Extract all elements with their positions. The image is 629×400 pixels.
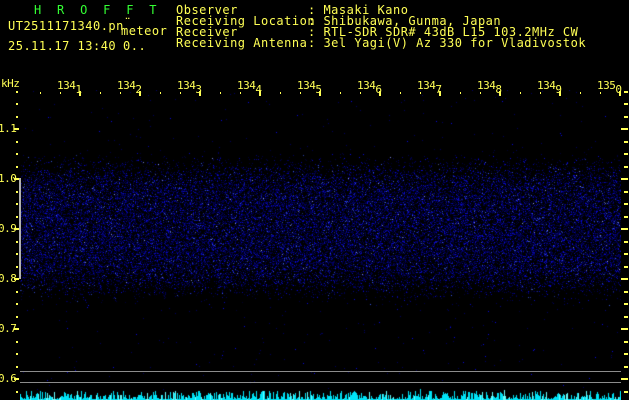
tick-mark <box>16 291 18 293</box>
level-strip-upper-border <box>20 371 621 372</box>
tick-mark <box>624 103 628 105</box>
tick-mark <box>624 191 628 193</box>
tick-mark <box>624 166 628 168</box>
tick-mark <box>621 128 628 130</box>
tick-mark <box>624 141 628 143</box>
tick-mark <box>624 341 628 343</box>
tick-mark <box>14 328 19 330</box>
echo-count: 0.. <box>123 39 146 53</box>
tick-mark <box>624 91 628 93</box>
tick-mark <box>16 203 18 205</box>
tick-mark <box>624 366 628 368</box>
tick-mark <box>624 153 628 155</box>
tick-mark <box>16 341 18 343</box>
tick-mark <box>16 116 18 118</box>
tick-mark <box>16 153 18 155</box>
station-id: meteor <box>121 24 167 38</box>
level-strip-lower-border <box>20 382 621 383</box>
tick-mark <box>621 328 628 330</box>
receiving-antenna-label: Receiving Antenna <box>176 38 307 49</box>
tick-mark <box>16 166 18 168</box>
tick-mark <box>16 366 18 368</box>
tick-mark <box>16 141 18 143</box>
tick-mark <box>16 191 18 193</box>
tick-mark <box>16 391 18 393</box>
tick-mark <box>624 316 628 318</box>
tick-mark <box>624 291 628 293</box>
app-title: H R O F F T <box>34 3 161 17</box>
tick-mark <box>16 216 18 218</box>
tick-mark <box>624 116 628 118</box>
tick-mark <box>16 316 18 318</box>
tick-mark <box>621 178 628 180</box>
y-axis-unit-label: kHz <box>1 77 19 90</box>
spectrogram-noise-band <box>20 90 621 400</box>
tick-mark <box>14 378 19 380</box>
tick-mark <box>624 391 628 393</box>
tick-mark <box>624 266 628 268</box>
tick-mark <box>16 253 18 255</box>
tick-mark <box>624 303 628 305</box>
tick-mark <box>16 91 18 93</box>
tick-mark <box>16 303 18 305</box>
tick-mark <box>16 241 18 243</box>
tick-mark <box>624 203 628 205</box>
tick-mark <box>621 228 628 230</box>
tick-mark <box>624 253 628 255</box>
tick-mark <box>16 266 18 268</box>
tick-mark <box>621 378 628 380</box>
tick-mark <box>624 353 628 355</box>
output-filename: UT2511171340.pn <box>8 19 124 33</box>
observation-datetime: 25.11.17 13:40 <box>8 39 116 53</box>
tick-mark <box>624 241 628 243</box>
receiving-antenna-value: : 3el Yagi(V) Az 330 for Vladivostok <box>308 38 586 49</box>
hrofft-output-window: H R O F F T UT2511171340.pn ¨ meteor 25.… <box>0 0 629 400</box>
tick-mark <box>16 353 18 355</box>
signal-level-strip <box>20 388 621 400</box>
tick-mark <box>14 128 19 130</box>
tick-mark <box>16 103 18 105</box>
tick-mark <box>621 278 628 280</box>
tick-mark <box>624 216 628 218</box>
calibration-band-marker <box>19 178 21 279</box>
